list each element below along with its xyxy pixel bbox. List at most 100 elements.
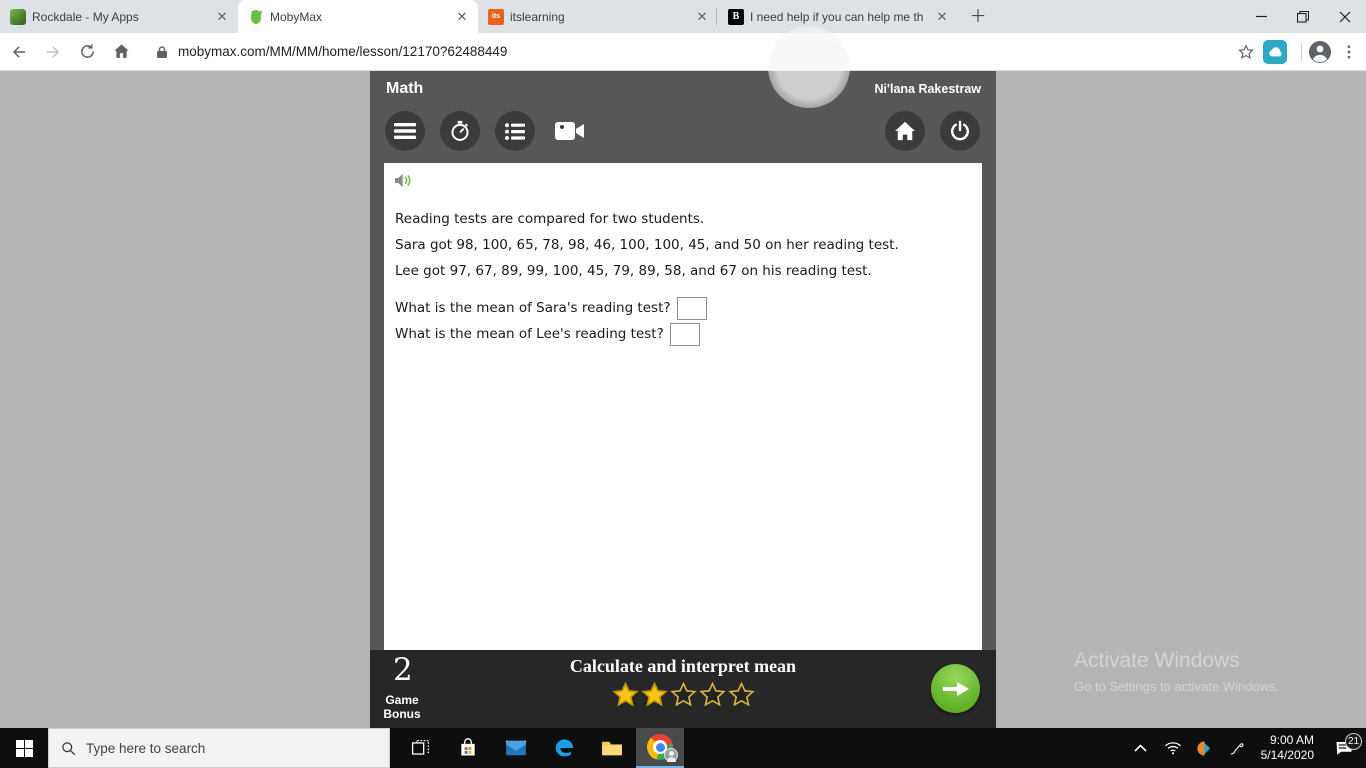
windows-ink-pen-icon[interactable] [1221,740,1253,757]
star-rating [370,681,996,714]
chrome-menu-icon[interactable] [1340,43,1358,61]
logout-button[interactable] [940,111,980,151]
audio-speaker-icon[interactable] [395,173,412,188]
clock-time: 9:00 AM [1269,733,1314,747]
problem-lee-scores: Lee got 97, 67, 89, 99, 100, 45, 79, 89,… [395,263,872,279]
menu-button[interactable] [385,111,425,151]
extension-icon[interactable] [1263,39,1287,64]
tab-divider [716,8,717,25]
windows-logo-icon [15,739,33,757]
action-center-button[interactable]: 21 [1322,733,1366,756]
microsoft-store-button[interactable] [444,728,492,768]
chrome-taskbar-button[interactable] [636,728,684,768]
lesson-header: Math Ni'lana Rakestraw [370,71,996,163]
tab-mobymax[interactable]: MobyMax ✕ [238,0,478,33]
next-button[interactable] [931,664,980,713]
video-camera-icon [555,122,584,140]
browser-home-button[interactable] [106,37,136,67]
problem-intro: Reading tests are compared for two stude… [395,211,705,227]
answer-input-lee[interactable] [669,322,700,346]
mail-icon [505,740,527,756]
tray-expand-chevron-icon[interactable] [1125,744,1157,752]
tab-close-icon[interactable]: ✕ [214,9,230,25]
browser-toolbar: mobymax.com/MM/MM/home/lesson/12170?6248… [0,33,1366,71]
mail-button[interactable] [492,728,540,768]
edge-button[interactable] [540,728,588,768]
tab-title: I need help if you can help me th [750,9,924,24]
store-bag-icon [461,738,475,756]
tab-rockdale[interactable]: Rockdale - My Apps ✕ [0,0,238,33]
address-bar[interactable]: mobymax.com/MM/MM/home/lesson/12170?6248… [146,37,1229,66]
reload-button[interactable] [72,37,102,67]
subject-title: Math [386,80,424,97]
lock-icon [157,45,167,58]
star-icon [698,681,727,714]
task-view-button[interactable] [396,728,444,768]
window-close-button[interactable] [1324,0,1366,33]
activate-windows-watermark: Activate Windows Go to Settings to activ… [1074,649,1279,694]
lesson-title: Calculate and interpret mean [569,656,797,676]
watermark-line2: Go to Settings to activate Windows. [1074,679,1280,694]
star-icon [669,681,698,714]
bookmark-star-icon[interactable] [1237,43,1255,61]
toolbar-right [1237,39,1358,64]
rockdale-favicon-icon [10,8,26,25]
watermark-line1: Activate Windows [1074,649,1240,672]
profile-avatar-icon[interactable] [1308,40,1332,64]
tab-title: Rockdale - My Apps [32,9,139,24]
filter-app-icon[interactable] [1189,740,1221,757]
lesson-footer: 2 Game Bonus Calculate and interpret mea… [370,650,996,728]
search-placeholder-text: Type here to search [86,740,206,756]
video-button[interactable] [550,111,590,151]
lesson-list-button[interactable] [495,111,535,151]
list-icon [505,122,525,140]
next-arrow-icon [942,681,969,696]
power-icon [951,120,969,141]
tab-close-icon[interactable]: ✕ [454,9,470,25]
mobymax-favicon-icon [248,9,264,25]
answer-input-sara[interactable] [676,296,707,320]
home-icon [895,121,915,141]
student-name: Ni'lana Rakestraw [874,82,982,96]
window-restore-button[interactable] [1282,0,1324,33]
stopwatch-icon [451,120,469,141]
taskbar-search[interactable]: Type here to search [48,728,390,768]
system-tray: 9:00 AM 5/14/2020 21 [1125,728,1366,768]
wifi-icon[interactable] [1157,741,1189,755]
desktop-screen: Rockdale - My Apps ✕ MobyMax ✕ its itsle… [0,0,1366,768]
tab-close-icon[interactable]: ✕ [694,9,710,25]
tab-close-icon[interactable]: ✕ [934,9,950,25]
problem-sara-scores: Sara got 98, 100, 65, 78, 98, 46, 100, 1… [395,237,899,253]
task-view-icon [411,739,429,755]
star-icon [640,681,669,714]
url-text: mobymax.com/MM/MM/home/lesson/12170?6248… [178,44,508,59]
toolbar-divider [1301,42,1302,61]
window-minimize-button[interactable] [1240,0,1282,33]
folder-icon [602,741,622,756]
browser-tab-strip: Rockdale - My Apps ✕ MobyMax ✕ its itsle… [0,0,1366,33]
question-sara-mean: What is the mean of Sara's reading test? [395,300,671,316]
back-button[interactable] [4,37,34,67]
problem-content: Reading tests are compared for two stude… [384,163,982,650]
tab-title: itslearning [510,9,565,24]
hamburger-icon [394,123,416,139]
start-button[interactable] [0,728,48,768]
chrome-profile-badge-icon [664,748,678,762]
star-icon [727,681,756,714]
home-button[interactable] [885,111,925,151]
file-explorer-button[interactable] [588,728,636,768]
windows-taskbar: Type here to search 9:00 AM 5/14/2020 21 [0,728,1366,768]
tab-itslearning[interactable]: its itslearning ✕ [478,0,718,33]
notification-count-badge: 21 [1345,733,1362,750]
star-icon [611,681,640,714]
search-icon [62,741,76,755]
edge-icon [555,739,574,757]
itslearning-favicon-icon: its [488,8,504,25]
forward-button[interactable] [38,37,68,67]
new-tab-button[interactable]: ＋ [966,5,990,29]
tab-brainly[interactable]: B I need help if you can help me th ✕ [718,0,958,33]
mobymax-lesson-panel: Math Ni'lana Rakestraw Reading tests are… [370,71,996,728]
question-lee-mean: What is the mean of Lee's reading test? [395,326,664,342]
timer-button[interactable] [440,111,480,151]
taskbar-clock[interactable]: 9:00 AM 5/14/2020 [1253,733,1322,763]
